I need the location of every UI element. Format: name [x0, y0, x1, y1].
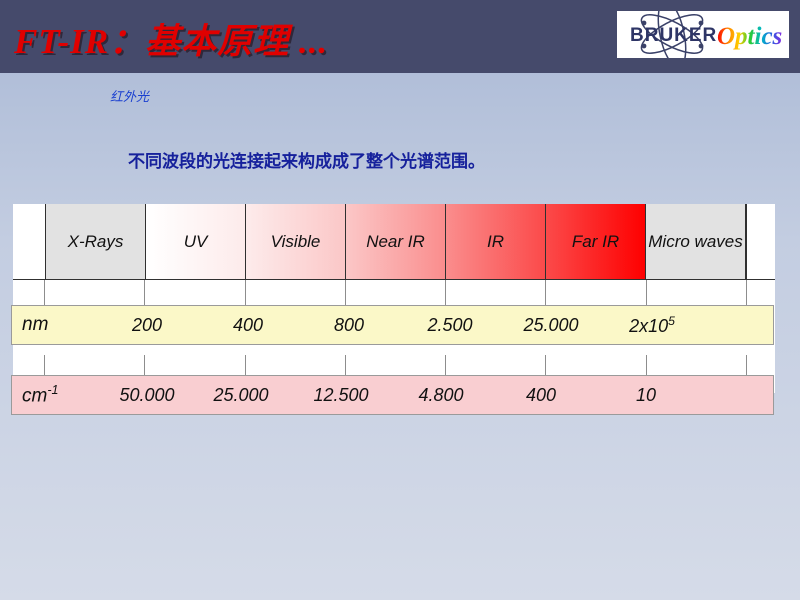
spectrum-band-cell: Far IR [546, 204, 646, 279]
cm-value: 25.000 [213, 384, 269, 405]
nm-value: 25.000 [523, 314, 579, 335]
cm-value: 50.000 [119, 384, 175, 405]
spectrum-band-cell: IR [446, 204, 546, 279]
band-row-label-spacer [13, 204, 46, 279]
spectrum-band-cell: Visible [246, 204, 346, 279]
spectrum-table: X-Rays UV Visible Near IR IR Far IR Micro wave… [13, 204, 775, 393]
nm-value: 200 [131, 314, 163, 335]
cm-unit-label: cm-1 [22, 382, 59, 407]
nm-value: 2x105 [629, 313, 675, 336]
body-text: 不同波段的光连接起来构成成了整个光谱范围。 [128, 152, 485, 171]
cm-value: 4.800 [418, 384, 464, 405]
spectrum-band-cell: X-Rays [46, 204, 146, 279]
cm-value: 10 [635, 384, 657, 405]
logo-product-text: Optics [717, 23, 782, 50]
nm-unit-label: nm [22, 314, 49, 335]
band-row-tail-spacer [746, 204, 775, 279]
sub-label: 红外光 [110, 89, 150, 104]
wavelength-nm-row: nm 200 400 800 2.500 25.000 2x105 [11, 305, 774, 345]
spectrum-band-cell: UV [146, 204, 246, 279]
nm-value: 2.500 [427, 314, 473, 335]
bruker-optics-logo: BRUKER Optics [617, 11, 789, 58]
wavenumber-cm-row: cm-1 50.000 25.000 12.500 4.800 400 10 [11, 375, 774, 415]
page-title: FT-IR：基本原理 ... [14, 22, 329, 61]
nm-value: 400 [232, 314, 264, 335]
slide: FT-IR：基本原理 ... BRUKER Optics 红外光 不同波段的光连… [0, 0, 800, 600]
logo-brand-text: BRUKER [630, 25, 717, 46]
cm-value: 12.500 [313, 384, 369, 405]
nm-value: 800 [333, 314, 365, 335]
cm-value: 400 [525, 384, 557, 405]
spectrum-band-row: X-Rays UV Visible Near IR IR Far IR Micro wave… [13, 204, 775, 280]
logo-svg: BRUKER Optics [617, 11, 789, 58]
spectrum-band-cell: Near IR [346, 204, 446, 279]
spectrum-band-cell: Micro waves [646, 204, 746, 279]
